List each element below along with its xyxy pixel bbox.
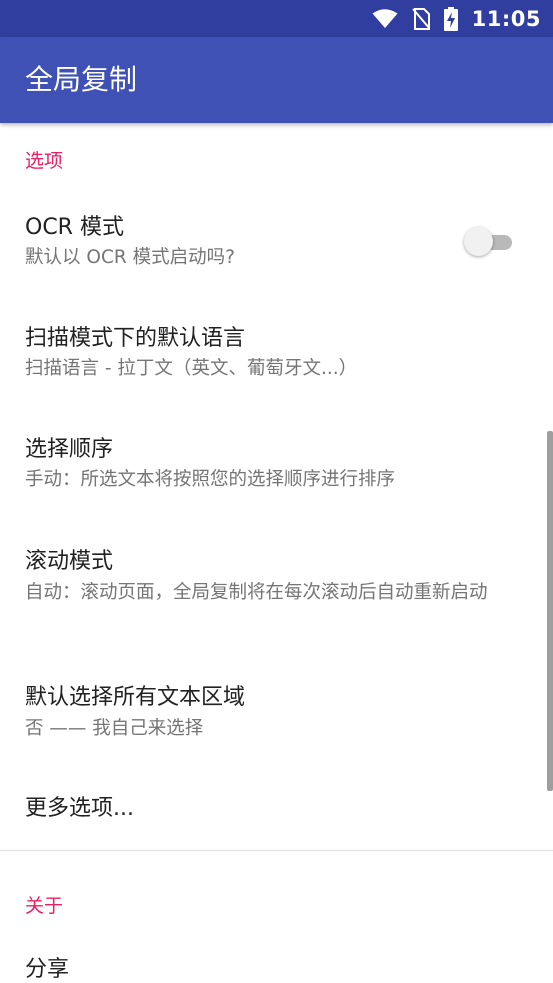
app-bar: 全局复制 [0,37,553,123]
pref-summary: 手动：所选文本将按照您的选择顺序进行排序 [25,469,396,490]
no-sim-icon [411,7,430,30]
switch-thumb [464,227,493,256]
pref-title: 分享 [25,957,70,982]
scrollbar[interactable] [547,431,553,791]
pref-select-all-text-areas[interactable]: 默认选择所有文本区域 否 —— 我自己来选择 [0,663,553,775]
wifi-icon [372,8,398,28]
pref-share[interactable]: 分享 [0,931,553,983]
pref-title: 默认选择所有文本区域 [25,685,246,710]
section-divider [0,850,553,851]
status-icons: 11:05 [372,0,541,37]
pref-title: 更多选项... [25,796,134,821]
category-about: 关于 [25,895,64,917]
status-time: 11:05 [471,6,541,31]
pref-summary: 自动：滚动页面，全局复制将在每次滚动后自动重新启动 [25,582,488,603]
screen: 11:05 全局复制 选项 OCR 模式 默认以 OCR 模式启动吗? 扫描模式… [0,0,553,983]
ocr-mode-switch[interactable] [464,226,512,258]
pref-title: 扫描模式下的默认语言 [25,326,246,351]
pref-ocr-mode[interactable]: OCR 模式 默认以 OCR 模式启动吗? [0,191,553,303]
pref-selection-order[interactable]: 选择顺序 手动：所选文本将按照您的选择顺序进行排序 [0,415,553,527]
app-title: 全局复制 [25,63,138,96]
pref-more-options[interactable]: 更多选项... [0,775,553,849]
pref-title: 选择顺序 [25,437,114,462]
pref-default-scan-language[interactable]: 扫描模式下的默认语言 扫描语言 - 拉丁文（英文、葡萄牙文...） [0,303,553,415]
settings-list[interactable]: 选项 OCR 模式 默认以 OCR 模式启动吗? 扫描模式下的默认语言 扫描语言… [0,123,553,983]
pref-summary: 扫描语言 - 拉丁文（英文、葡萄牙文...） [25,358,358,379]
pref-scroll-mode[interactable]: 滚动模式 自动：滚动页面，全局复制将在每次滚动后自动重新启动 [0,527,553,663]
pref-title: OCR 模式 [25,215,124,240]
battery-charging-icon [443,6,458,31]
category-options: 选项 [25,150,64,172]
pref-summary: 否 —— 我自己来选择 [25,718,204,739]
pref-title: 滚动模式 [25,549,114,574]
status-bar: 11:05 [0,0,553,37]
pref-summary: 默认以 OCR 模式启动吗? [25,247,235,268]
